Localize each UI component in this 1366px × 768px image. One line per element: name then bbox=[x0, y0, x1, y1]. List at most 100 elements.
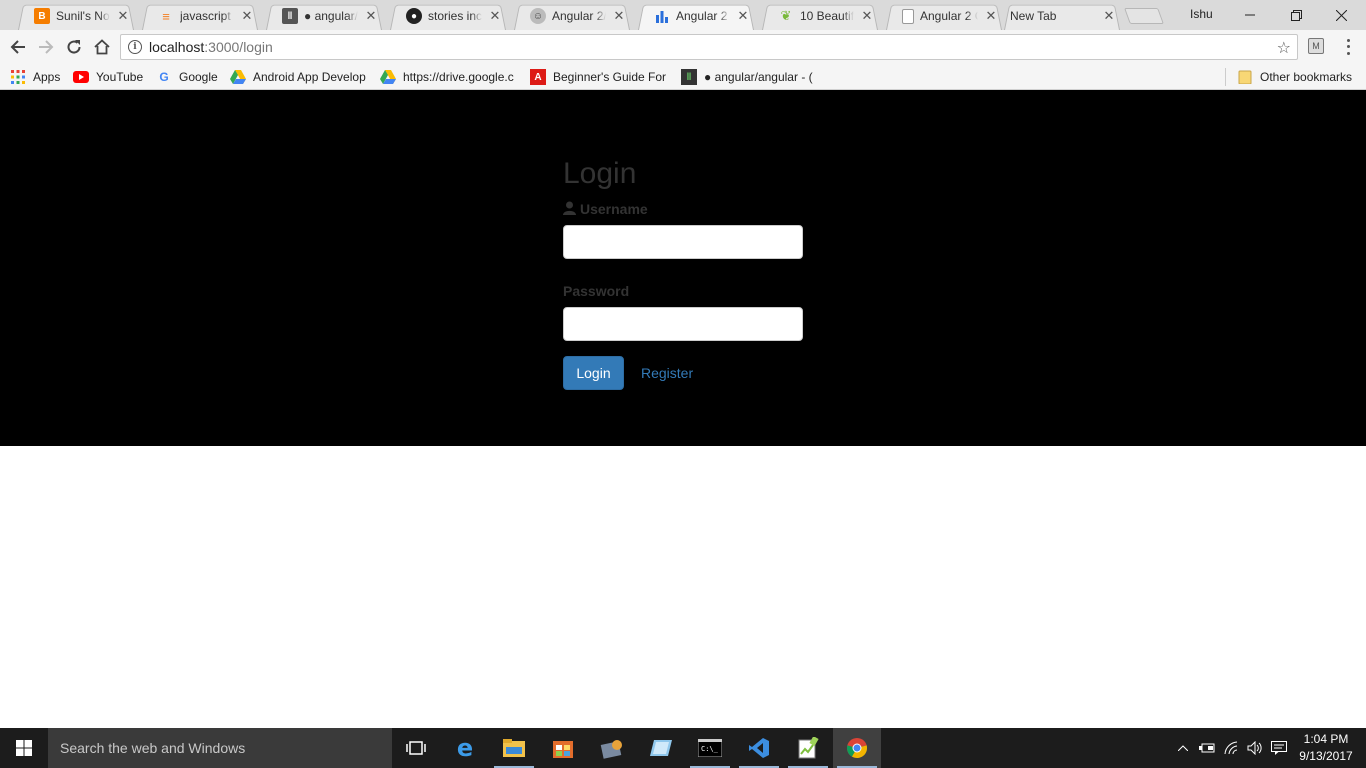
url-path: :3000/login bbox=[204, 39, 273, 55]
bookmark-google[interactable]: G Google bbox=[156, 68, 218, 86]
github-icon: ● bbox=[406, 8, 422, 24]
bookmark-apps[interactable]: Apps bbox=[10, 68, 60, 86]
bookmarks-divider bbox=[1225, 68, 1226, 86]
task-view-icon[interactable] bbox=[392, 728, 440, 768]
clock-time: 1:04 PM bbox=[1303, 732, 1349, 746]
apps-grid-icon bbox=[10, 69, 26, 85]
close-icon[interactable]: ✕ bbox=[364, 9, 378, 23]
bookmark-angular-guide[interactable]: A Beginner's Guide For bbox=[530, 68, 670, 86]
menu-kebab-icon[interactable] bbox=[1340, 37, 1356, 57]
google-icon: G bbox=[159, 70, 169, 84]
bookmark-label: Apps bbox=[33, 70, 61, 84]
blogger-icon: B bbox=[34, 8, 50, 24]
bookmark-drive[interactable]: https://drive.google.c bbox=[380, 68, 520, 86]
close-window-icon[interactable] bbox=[1318, 0, 1364, 30]
terminal-icon[interactable]: C:\_ bbox=[686, 728, 734, 768]
leaf-icon: ❦ bbox=[780, 8, 792, 23]
close-icon[interactable]: ✕ bbox=[860, 9, 874, 23]
volume-icon[interactable] bbox=[1245, 728, 1265, 768]
close-icon[interactable]: ✕ bbox=[612, 9, 626, 23]
bookmark-label: Google bbox=[179, 70, 218, 84]
drive-icon bbox=[380, 69, 396, 85]
tab-title: ● angular/a bbox=[304, 9, 358, 23]
login-form: Login Username Password Login Register bbox=[563, 156, 803, 390]
store-app-icon[interactable] bbox=[539, 728, 587, 768]
vscode-icon[interactable] bbox=[735, 728, 783, 768]
taskbar-clock[interactable]: 1:04 PM 9/13/2017 bbox=[1292, 731, 1360, 765]
chrome-icon[interactable] bbox=[833, 728, 881, 768]
home-icon[interactable] bbox=[90, 35, 114, 59]
close-icon[interactable]: ✕ bbox=[984, 9, 998, 23]
edge-icon[interactable]: e bbox=[441, 728, 489, 768]
close-icon[interactable]: ✕ bbox=[116, 9, 130, 23]
action-center-icon[interactable] bbox=[1269, 728, 1289, 768]
bookmark-youtube[interactable]: YouTube bbox=[73, 68, 143, 86]
tab-7[interactable]: ❦ 10 Beautiful ✕ bbox=[758, 2, 882, 30]
password-label: Password bbox=[563, 283, 803, 299]
gitter-icon: ‖ bbox=[681, 69, 697, 85]
username-input[interactable] bbox=[563, 225, 803, 259]
show-hidden-icons-icon[interactable] bbox=[1174, 728, 1192, 768]
folder-icon bbox=[1237, 69, 1253, 85]
angular-icon: A bbox=[530, 69, 546, 85]
username-label: Username bbox=[563, 201, 803, 217]
register-link[interactable]: Register bbox=[641, 365, 693, 381]
bookmark-label: Other bookmarks bbox=[1260, 70, 1353, 84]
bookmark-android-app[interactable]: Android App Develop bbox=[230, 68, 370, 86]
page-icon bbox=[902, 8, 914, 24]
minimize-icon[interactable] bbox=[1227, 0, 1273, 30]
forward-arrow-icon[interactable] bbox=[34, 35, 58, 59]
avatar-icon: ☺ bbox=[530, 8, 546, 24]
notepad-plus-icon[interactable] bbox=[784, 728, 832, 768]
reload-icon[interactable] bbox=[62, 35, 86, 59]
drive-icon bbox=[230, 69, 246, 85]
restore-icon[interactable] bbox=[1273, 0, 1319, 30]
bookmark-star-icon[interactable]: ☆ bbox=[1277, 38, 1291, 58]
stackoverflow-icon: ≡ bbox=[162, 8, 170, 24]
tab-title: 10 Beautiful bbox=[800, 9, 854, 23]
tab-4[interactable]: ● stories inclu ✕ bbox=[386, 2, 510, 30]
address-bar[interactable]: i localhost:3000/login ☆ bbox=[120, 34, 1298, 60]
back-arrow-icon[interactable] bbox=[6, 35, 30, 59]
tab-title: Angular 2/4 bbox=[552, 9, 606, 23]
page-content: Login Username Password Login Register bbox=[0, 90, 1366, 728]
file-explorer-icon[interactable] bbox=[490, 728, 538, 768]
tab-title: Sunil's Notes bbox=[56, 9, 110, 23]
taskbar-search-input[interactable]: Search the web and Windows bbox=[48, 728, 392, 768]
windows-start-icon[interactable] bbox=[0, 728, 48, 768]
close-icon[interactable]: ✕ bbox=[240, 9, 254, 23]
gitter-icon: ‖ bbox=[282, 8, 298, 24]
profile-name[interactable]: Ishu bbox=[1190, 7, 1213, 21]
tab-1[interactable]: B Sunil's Notes ✕ bbox=[14, 2, 138, 30]
tab-6-active[interactable]: Angular 2 U ✕ bbox=[634, 2, 758, 30]
media-app-icon[interactable] bbox=[588, 728, 636, 768]
url-host: localhost bbox=[149, 39, 205, 55]
tab-9[interactable]: New Tab ✕ bbox=[1000, 2, 1124, 30]
tab-3[interactable]: ‖ ● angular/a ✕ bbox=[262, 2, 386, 30]
tab-2[interactable]: ≡ javascript - ✕ bbox=[138, 2, 262, 30]
notes-app-icon[interactable] bbox=[637, 728, 685, 768]
username-label-text: Username bbox=[580, 201, 648, 217]
tab-5[interactable]: ☺ Angular 2/4 ✕ bbox=[510, 2, 634, 30]
new-tab-button[interactable] bbox=[1124, 8, 1164, 24]
wifi-icon[interactable] bbox=[1222, 728, 1242, 768]
tab-title: New Tab bbox=[1010, 9, 1057, 23]
bookmark-label: YouTube bbox=[96, 70, 144, 84]
battery-icon[interactable] bbox=[1197, 728, 1217, 768]
password-input[interactable] bbox=[563, 307, 803, 341]
login-heading: Login bbox=[563, 157, 637, 190]
svg-text:C:\_: C:\_ bbox=[701, 745, 719, 753]
other-bookmarks[interactable]: Other bookmarks bbox=[1237, 68, 1352, 86]
extension-icon[interactable]: M bbox=[1308, 38, 1324, 54]
info-icon[interactable]: i bbox=[128, 40, 142, 54]
user-icon bbox=[563, 201, 576, 218]
close-icon[interactable]: ✕ bbox=[736, 9, 750, 23]
close-icon[interactable]: ✕ bbox=[488, 9, 502, 23]
tab-8[interactable]: Angular 2 C ✕ bbox=[882, 2, 1006, 30]
bookmark-angular-gitter[interactable]: ‖ ● angular/angular - ( bbox=[681, 68, 821, 86]
password-label-text: Password bbox=[563, 283, 630, 299]
browser-toolbar: i localhost:3000/login ☆ M bbox=[0, 30, 1366, 64]
bookmark-label: Beginner's Guide For bbox=[553, 70, 667, 84]
close-icon[interactable]: ✕ bbox=[1102, 9, 1116, 23]
login-button[interactable]: Login bbox=[563, 356, 624, 390]
